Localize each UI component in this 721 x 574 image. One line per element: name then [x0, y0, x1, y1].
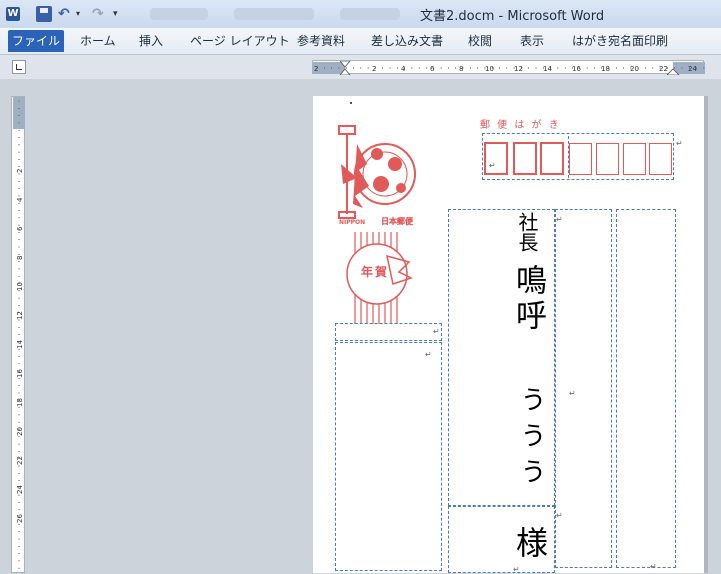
address-frame-1[interactable]: [555, 209, 612, 568]
ruler-number: 8: [459, 65, 463, 73]
ruler-number: 10: [16, 282, 24, 291]
paragraph-mark-icon: ↵: [556, 215, 563, 224]
postal-code-box: [569, 143, 592, 175]
save-icon[interactable]: [36, 6, 52, 22]
paragraph-mark-icon: ↵: [489, 161, 496, 170]
stamp-brand-jp-text: 日本郵便: [381, 216, 413, 226]
vertical-ruler-graphic: 2 4 6 8 10 12 14 16 18 20 22 24 26: [13, 97, 25, 569]
blurred-taskbar-item: [150, 8, 208, 20]
ruler-number: 20: [630, 65, 639, 73]
horizontal-ruler-graphic: 2 2 4 6 8 10 12 14 16 18 20 22 24: [313, 61, 705, 75]
ribbon-tabs: ファイル ホーム 挿入 ページ レイアウト 参考資料 差し込み文書 校閲 表示 …: [0, 28, 721, 55]
blurred-taskbar-item: [340, 8, 400, 20]
ruler-number: 6: [430, 65, 435, 73]
postcard-heading: 郵 便 は が き: [480, 120, 561, 131]
tab-mailings[interactable]: 差し込み文書: [371, 32, 443, 49]
document-page[interactable]: NIPPON 日本郵便 年賀 郵 便 は が き ↵ ↵ ↵ ↵ ↵ ↵ ↵ ↵…: [313, 96, 704, 574]
ruler-number: 22: [659, 65, 668, 73]
ruler-number: 4: [16, 197, 24, 202]
postal-code-divider: [568, 136, 570, 178]
tab-review[interactable]: 校閲: [468, 32, 492, 49]
recipient-title: 社長: [515, 212, 539, 252]
paragraph-mark-icon: ↵: [676, 139, 683, 148]
undo-dropdown-icon[interactable]: ▾: [76, 6, 84, 22]
postal-code-box: [540, 142, 564, 175]
postal-code-box: [623, 143, 646, 175]
postal-code-box: [513, 142, 537, 175]
ruler-number: 20: [16, 427, 24, 436]
ruler-number: 4: [401, 65, 406, 73]
stamp-flower-decoration: [341, 144, 406, 208]
window-title: 文書2.docm - Microsoft Word: [420, 9, 605, 24]
sender-postal-frame[interactable]: [335, 323, 442, 341]
redo-icon[interactable]: ↷: [92, 6, 108, 22]
page-shadow: [704, 96, 708, 573]
tab-view[interactable]: 表示: [520, 32, 544, 49]
ruler-number: 18: [16, 398, 24, 407]
tab-postcard-address[interactable]: はがき宛名面印刷: [572, 32, 668, 49]
postal-code-box: [649, 143, 672, 175]
postage-stamp-graphic: NIPPON 日本郵便 年賀: [338, 125, 416, 324]
postal-code-box: [484, 142, 508, 175]
paragraph-mark-icon: ↵: [650, 562, 657, 571]
ruler-number: 12: [16, 311, 24, 320]
word-app-icon[interactable]: W: [6, 7, 20, 21]
horizontal-ruler[interactable]: 2 2 4 6 8 10 12 14 16 18 20 22 24: [312, 60, 705, 75]
tab-selector-icon[interactable]: [12, 60, 26, 74]
ruler-number: 16: [16, 369, 24, 378]
ruler-number: 8: [16, 256, 24, 260]
paragraph-mark-icon: ↵: [433, 327, 440, 336]
tab-references[interactable]: 参考資料: [297, 32, 345, 49]
address-frame-2[interactable]: [616, 209, 676, 568]
recipient-name-line-2: ううう: [516, 386, 546, 494]
paragraph-mark-icon: ↵: [425, 350, 432, 359]
ruler-number: 24: [688, 65, 697, 73]
ruler-number: 12: [514, 65, 523, 73]
ruler-number: 14: [543, 65, 552, 73]
tab-file[interactable]: ファイル: [8, 30, 64, 52]
ruler-number: 2: [314, 65, 318, 73]
tab-page-layout[interactable]: ページ レイアウト: [190, 32, 290, 49]
stamp-brand-text: NIPPON: [339, 219, 365, 226]
ruler-number: 26: [16, 514, 24, 523]
vertical-ruler[interactable]: 2 4 6 8 10 12 14 16 18 20 22 24 26: [11, 96, 25, 573]
corner-mark: [350, 102, 352, 104]
recipient-name-line-1: 鳴呼: [510, 264, 546, 334]
ruler-number: 2: [372, 65, 376, 73]
ruler-number: 24: [16, 485, 24, 494]
undo-icon[interactable]: ↶: [58, 6, 74, 22]
ruler-number: 10: [485, 65, 494, 73]
ruler-number: 14: [16, 340, 24, 349]
ruler-margin-top: [13, 97, 25, 129]
ruler-number: 6: [16, 226, 24, 231]
ruler-number: 18: [601, 65, 610, 73]
honorific: 様: [511, 526, 549, 558]
customize-toolbar-icon[interactable]: ▾: [113, 6, 123, 22]
ruler-number: 22: [16, 456, 24, 465]
paragraph-mark-icon: ↵: [556, 511, 563, 520]
nenga-mark-text: 年賀: [361, 264, 389, 279]
paragraph-mark-icon: ↵: [569, 389, 576, 398]
tab-home[interactable]: ホーム: [80, 32, 116, 49]
title-bar: W ↶ ▾ ↷ ▾ 文書2.docm - Microsoft Word: [0, 0, 721, 28]
stamp-frame: [338, 125, 416, 219]
tab-insert[interactable]: 挿入: [139, 32, 163, 49]
blurred-taskbar-item: [234, 8, 314, 20]
sender-address-frame[interactable]: [335, 342, 442, 571]
ruler-number: 2: [16, 169, 24, 173]
postal-code-box: [596, 143, 619, 175]
ruler-number: 16: [572, 65, 581, 73]
